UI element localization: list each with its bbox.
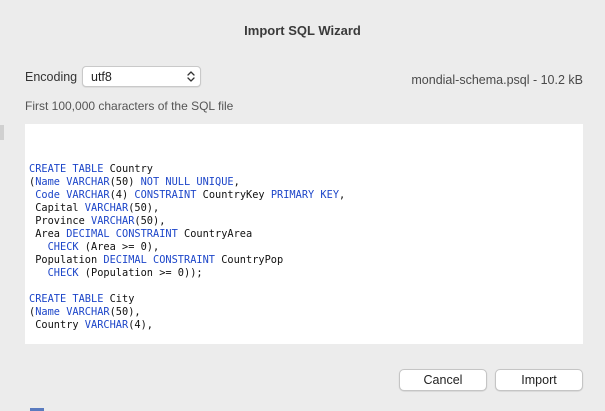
sql-keyword: CREATE TABLE — [29, 163, 110, 175]
code-line: Province VARCHAR(50), — [25, 215, 583, 228]
sql-text: CountryPop — [215, 254, 284, 266]
encoding-value: utf8 — [91, 70, 112, 84]
sql-keyword: DECIMAL CONSTRAINT — [66, 228, 178, 240]
sql-text: CountryArea — [177, 228, 253, 240]
sql-keyword: CONSTRAINT — [134, 189, 197, 201]
sql-text: Province — [29, 215, 91, 227]
sql-text: (50), — [134, 215, 166, 227]
sql-keyword: CHECK — [47, 267, 79, 279]
encoding-label: Encoding — [25, 70, 78, 84]
sql-keyword: VARCHAR — [84, 202, 129, 214]
preview-label: First 100,000 characters of the SQL file — [25, 99, 234, 113]
code-line: Capital VARCHAR(50), — [25, 202, 583, 215]
sql-text: (50), — [109, 306, 141, 318]
sql-text: CountryKey — [196, 189, 271, 201]
sql-keyword: DECIMAL CONSTRAINT — [103, 254, 215, 266]
sql-keyword: VARCHAR — [91, 215, 135, 227]
code-line: CREATE TABLE Country — [25, 163, 583, 176]
import-button[interactable]: Import — [495, 369, 583, 391]
sql-keyword: Code VARCHAR — [35, 189, 110, 201]
code-line: Population DECIMAL CONSTRAINT CountryPop — [25, 254, 583, 267]
sql-text: Capital — [29, 202, 85, 214]
sql-text: (Population >= 0)); — [78, 267, 203, 279]
chevron-up-down-icon — [185, 69, 197, 84]
code-line: CHECK (Population >= 0)); — [25, 267, 583, 280]
sql-keyword: CHECK — [47, 241, 79, 253]
sql-text: (50), — [128, 202, 160, 214]
sql-keyword: VARCHAR — [84, 319, 129, 331]
sql-text: Population — [29, 254, 104, 266]
code-line: Country VARCHAR(4), — [25, 319, 583, 332]
sql-text: Area — [29, 228, 67, 240]
sql-keyword: Name VARCHAR — [35, 306, 110, 318]
sql-keyword: PRIMARY KEY — [270, 189, 340, 201]
code-line: Area DECIMAL CONSTRAINT CountryArea — [25, 228, 583, 241]
sql-text: Country — [109, 163, 153, 175]
sql-keyword: NOT NULL UNIQUE — [140, 176, 234, 188]
sql-text: , — [233, 176, 240, 188]
sql-text: City — [109, 293, 135, 305]
code-line: Code VARCHAR(4) CONSTRAINT CountryKey PR… — [25, 189, 583, 202]
sql-text: (50) — [109, 176, 141, 188]
sql-keyword: Name VARCHAR — [35, 176, 110, 188]
background-window-edge — [0, 125, 4, 140]
code-line: (Name VARCHAR(50) NOT NULL UNIQUE, — [25, 176, 583, 189]
code-line: (Name VARCHAR(50), — [25, 306, 583, 319]
sql-text: Country — [29, 319, 85, 331]
sql-text: (Area >= 0), — [78, 241, 160, 253]
title-bar: Import SQL Wizard — [0, 0, 605, 62]
code-line: CHECK (Area >= 0), — [25, 241, 583, 254]
sql-text: (4), — [128, 319, 154, 331]
sql-text: (4) — [109, 189, 135, 201]
encoding-select[interactable]: utf8 — [82, 66, 201, 87]
file-info: mondial-schema.psql - 10.2 kB — [411, 73, 583, 87]
window-title: Import SQL Wizard — [244, 23, 361, 38]
cancel-button[interactable]: Cancel — [399, 369, 487, 391]
sql-keyword: CREATE TABLE — [29, 293, 110, 305]
sql-text: , — [339, 189, 346, 201]
code-line: CREATE TABLE City — [25, 293, 583, 306]
sql-preview-editor[interactable]: CREATE TABLE Country (Name VARCHAR(50) NO… — [25, 124, 583, 344]
